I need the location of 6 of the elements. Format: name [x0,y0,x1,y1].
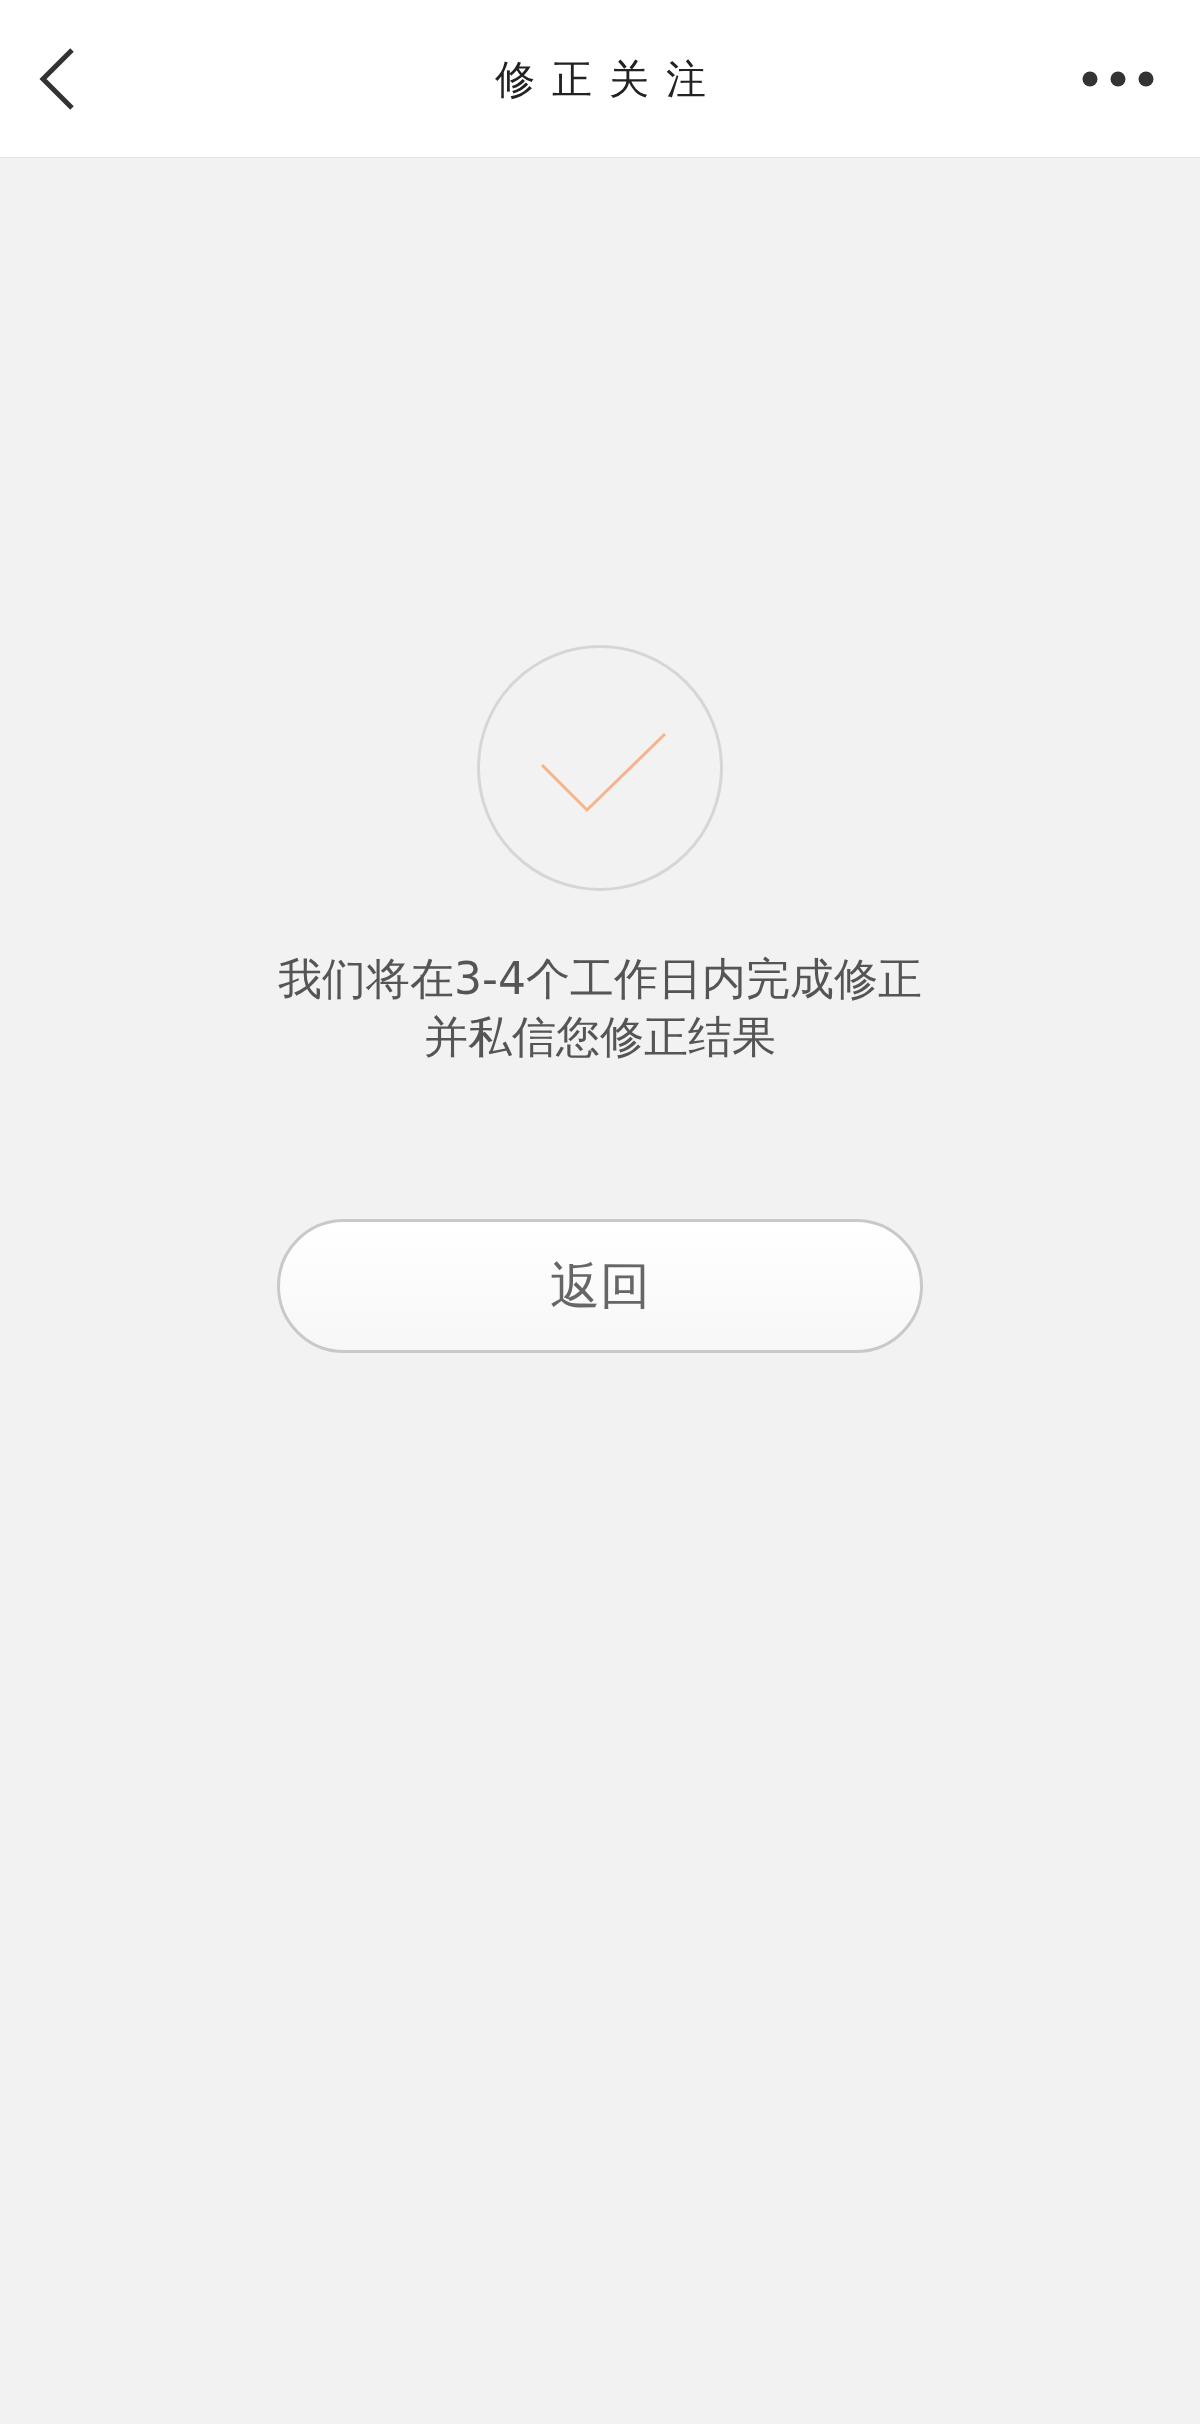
check-circle-icon [477,645,723,891]
return-button[interactable]: 返回 [277,1219,923,1353]
result-message: 我们将在3-4个工作日内完成修正并私信您修正结果 [277,952,923,1064]
more-icon[interactable] [1082,70,1154,87]
page-title: 修正关注 [493,55,723,103]
back-icon[interactable] [38,46,76,111]
